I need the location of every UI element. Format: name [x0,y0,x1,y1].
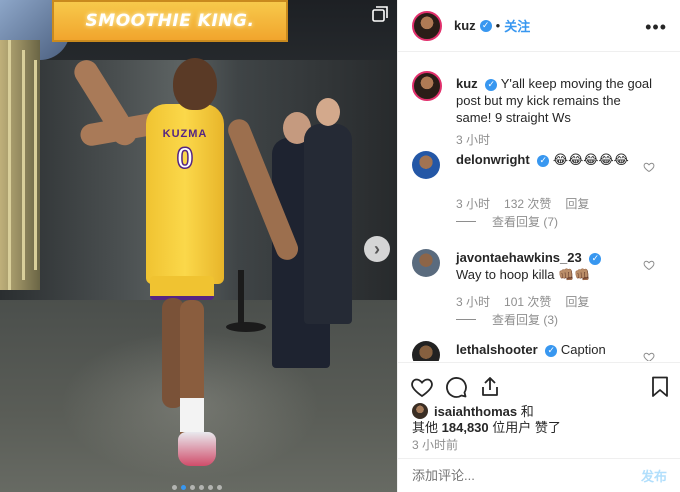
heart-icon[interactable] [643,259,655,271]
heart-icon[interactable] [643,351,655,361]
verified-icon: ✓ [485,78,498,91]
more-icon[interactable]: ••• [645,18,667,36]
reply-button[interactable]: 回复 [565,293,589,310]
carousel-icon [372,6,388,22]
verified-icon: ✓ [545,344,558,357]
verified-icon: ✓ [537,154,550,167]
view-replies-button[interactable]: 查看回复 (3) [456,311,558,328]
bookmark-icon[interactable] [648,375,672,399]
comment-text: 😂😂😂😂😂 [552,152,629,167]
likes-summary[interactable]: isaiahthomas 和 其他 184,830 位用户 赞了 [412,403,561,436]
comments-list[interactable]: kuz ✓ Y'all keep moving the goal post bu… [398,53,680,361]
view-replies-label: 查看回复 (7) [492,215,559,229]
replies-divider [456,221,476,222]
likes-others-prefix: 其他 [412,420,439,435]
reply-button[interactable]: 回复 [565,195,589,212]
avatar[interactable] [412,249,440,277]
photo-stanchion-base [226,322,266,332]
header-separator: • [495,18,501,33]
photo-stanchion [238,270,244,330]
next-arrow-icon[interactable]: › [364,236,390,262]
avatar[interactable] [412,71,442,101]
post-panel: kuz ✓ • 关注 ••• kuz ✓ Y'all keep moving t… [397,0,680,492]
first-liker[interactable]: isaiahthomas [434,404,517,419]
comment-body: javontaehawkins_23 ✓ Way to hoop killa 👊… [456,249,656,283]
carousel-dot [172,485,177,490]
avatar[interactable] [412,10,442,41]
avatar[interactable] [412,151,440,179]
player-jersey: KUZMA 0 [146,104,224,284]
comment-username[interactable]: lethalshooter [456,342,538,357]
sponsor-sign: SMOOTHIE KING. [52,0,288,42]
comment-likes[interactable]: 132 次赞 [504,195,551,212]
carousel-dot [199,485,204,490]
comment-body: delonwright ✓ 😂😂😂😂😂 [456,151,656,168]
carousel-dot [208,485,213,490]
photo-person-suit-2 [304,124,352,324]
post-media[interactable]: SMOOTHIE KING. KUZMA 0 › [0,0,397,492]
comment-time: 3 小时 [456,295,491,309]
comment-likes[interactable]: 101 次赞 [504,293,551,310]
share-icon[interactable] [478,375,502,399]
photo-player-shoe [178,432,216,466]
view-replies-button[interactable]: 查看回复 (7) [456,213,558,230]
heart-icon[interactable] [643,161,655,173]
header-username[interactable]: kuz [454,18,476,33]
sponsor-text: SMOOTHIE KING. [85,11,255,31]
caption-username[interactable]: kuz [456,76,478,91]
carousel-dot [190,485,195,490]
comment-input[interactable] [412,468,612,483]
verified-icon: ✓ [479,19,492,32]
next-arrow-glyph: › [374,239,380,259]
comment-time: 3 小时 [456,197,491,211]
photo-player-sock [180,398,204,432]
comment-text: Caption [560,342,606,357]
replies-divider [456,319,476,320]
add-comment-bar: 发布 [398,458,680,492]
caption-meta: 3 小时 [456,131,490,148]
carousel-dot [181,485,186,490]
comment-icon[interactable] [444,375,468,399]
photo-player-shorts [150,276,214,300]
comment-username[interactable]: delonwright [456,152,530,167]
heart-icon[interactable] [410,375,434,399]
action-bar: isaiahthomas 和 其他 184,830 位用户 赞了 3 小时前 [398,362,680,457]
post-comment-button[interactable]: 发布 [641,466,667,485]
follow-button[interactable]: 关注 [504,16,530,35]
likes-count[interactable]: 184,830 [442,420,489,435]
caption-body: kuz ✓ Y'all keep moving the goal post bu… [456,75,656,126]
view-replies-label: 查看回复 (3) [492,313,559,327]
post-header: kuz ✓ • 关注 ••• [398,0,680,52]
comment-meta: 3 小时 132 次赞 回复 [456,195,589,212]
photo-railing [0,40,40,290]
avatar [412,403,428,419]
post-time: 3 小时前 [412,438,459,452]
photo-player-head [173,58,217,110]
verified-icon: ✓ [589,252,602,265]
carousel-dot [217,485,222,490]
jersey-name: KUZMA [162,128,208,140]
likes-others-suffix: 位用户 赞了 [492,420,561,435]
avatar[interactable] [412,341,440,361]
comment-username[interactable]: javontaehawkins_23 [456,250,582,265]
caption-time: 3 小时 [456,133,491,147]
likes-and: 和 [520,404,534,419]
carousel-indicator [172,485,222,490]
comment-meta: 3 小时 101 次赞 回复 [456,293,589,310]
comment-body: lethalshooter ✓ Caption [456,341,656,358]
photo-person-head-2 [316,98,340,126]
comment-text: Way to hoop killa 👊🏽👊🏽 [456,267,591,282]
jersey-number: 0 [176,141,194,176]
